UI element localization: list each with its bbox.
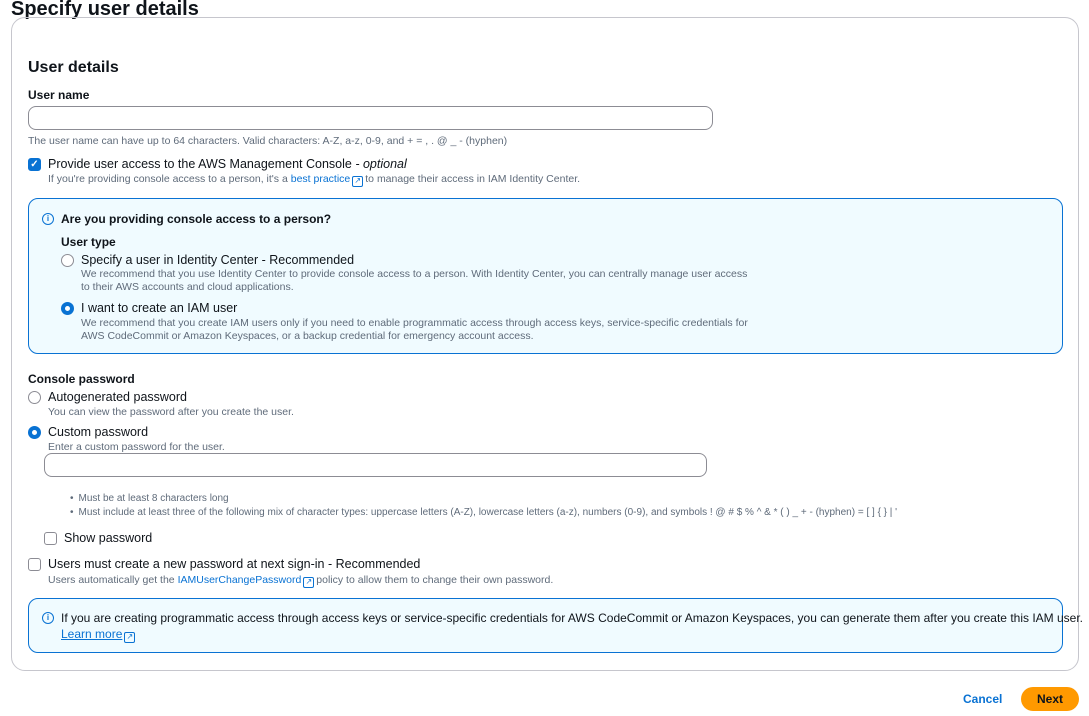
info-icon: i xyxy=(42,213,54,225)
radio-iam-user[interactable] xyxy=(61,302,74,315)
desc-text: to manage their access in IAM Identity C… xyxy=(365,173,580,185)
reset-password-desc: Users automatically get the IAMUserChang… xyxy=(48,574,553,588)
password-rule: Must be at least 8 characters long xyxy=(70,493,897,504)
iam-user-desc-2: AWS CodeCommit or Amazon Keyspaces, or a… xyxy=(81,330,533,342)
external-link-icon: ↗ xyxy=(352,176,363,187)
desc-text: If you're providing console access to a … xyxy=(48,173,288,185)
section-title: User details xyxy=(28,59,119,77)
password-rule: Must include at least three of the follo… xyxy=(70,507,897,518)
programmatic-info-text: If you are creating programmatic access … xyxy=(61,611,1083,625)
password-rules: Must be at least 8 characters long Must … xyxy=(70,493,897,521)
external-link-icon: ↗ xyxy=(303,577,314,588)
show-password-label[interactable]: Show password xyxy=(64,531,152,545)
reset-password-checkbox[interactable] xyxy=(28,558,41,571)
info-title: Are you providing console access to a pe… xyxy=(61,212,331,226)
console-access-label[interactable]: Provide user access to the AWS Managemen… xyxy=(48,157,407,171)
radio-autogenerated[interactable] xyxy=(28,391,41,404)
optional-tag: - optional xyxy=(355,157,406,171)
autogenerated-label[interactable]: Autogenerated password xyxy=(48,390,187,404)
username-input[interactable] xyxy=(28,106,713,130)
radio-identity-center[interactable] xyxy=(61,254,74,267)
console-password-label: Console password xyxy=(28,372,135,386)
identity-center-desc-2: to their AWS accounts and cloud applicat… xyxy=(81,281,294,293)
custom-password-input[interactable] xyxy=(44,453,707,477)
desc-text: Users automatically get the xyxy=(48,574,175,586)
learn-more-link[interactable]: Learn more xyxy=(61,627,122,641)
desc-text: policy to allow them to change their own… xyxy=(316,574,553,586)
radio-custom-password[interactable] xyxy=(28,426,41,439)
cancel-button[interactable]: Cancel xyxy=(955,690,1010,708)
show-password-checkbox[interactable] xyxy=(44,532,57,545)
programmatic-access-info-box xyxy=(28,598,1063,653)
next-button[interactable]: Next xyxy=(1021,687,1079,711)
info-icon: i xyxy=(42,612,54,624)
learn-more[interactable]: Learn more↗ xyxy=(61,627,137,643)
console-access-desc: If you're providing console access to a … xyxy=(48,173,580,187)
reset-password-label[interactable]: Users must create a new password at next… xyxy=(48,557,420,571)
username-hint: The user name can have up to 64 characte… xyxy=(28,135,507,147)
custom-password-desc: Enter a custom password for the user. xyxy=(48,441,225,453)
identity-center-label[interactable]: Specify a user in Identity Center - Reco… xyxy=(81,253,354,267)
custom-password-label[interactable]: Custom password xyxy=(48,425,148,439)
user-type-label: User type xyxy=(61,235,116,249)
console-access-checkbox[interactable]: ✓ xyxy=(28,158,41,171)
best-practice-link[interactable]: best practice xyxy=(291,173,351,185)
identity-center-desc: We recommend that you use Identity Cente… xyxy=(81,268,747,280)
autogenerated-desc: You can view the password after you crea… xyxy=(48,406,294,418)
console-access-text: Provide user access to the AWS Managemen… xyxy=(48,157,352,171)
iam-user-desc: We recommend that you create IAM users o… xyxy=(81,317,748,329)
iam-user-change-password-link[interactable]: IAMUserChangePassword xyxy=(178,574,302,586)
iam-user-label[interactable]: I want to create an IAM user xyxy=(81,301,237,315)
username-label: User name xyxy=(28,88,89,102)
external-link-icon: ↗ xyxy=(124,632,135,643)
